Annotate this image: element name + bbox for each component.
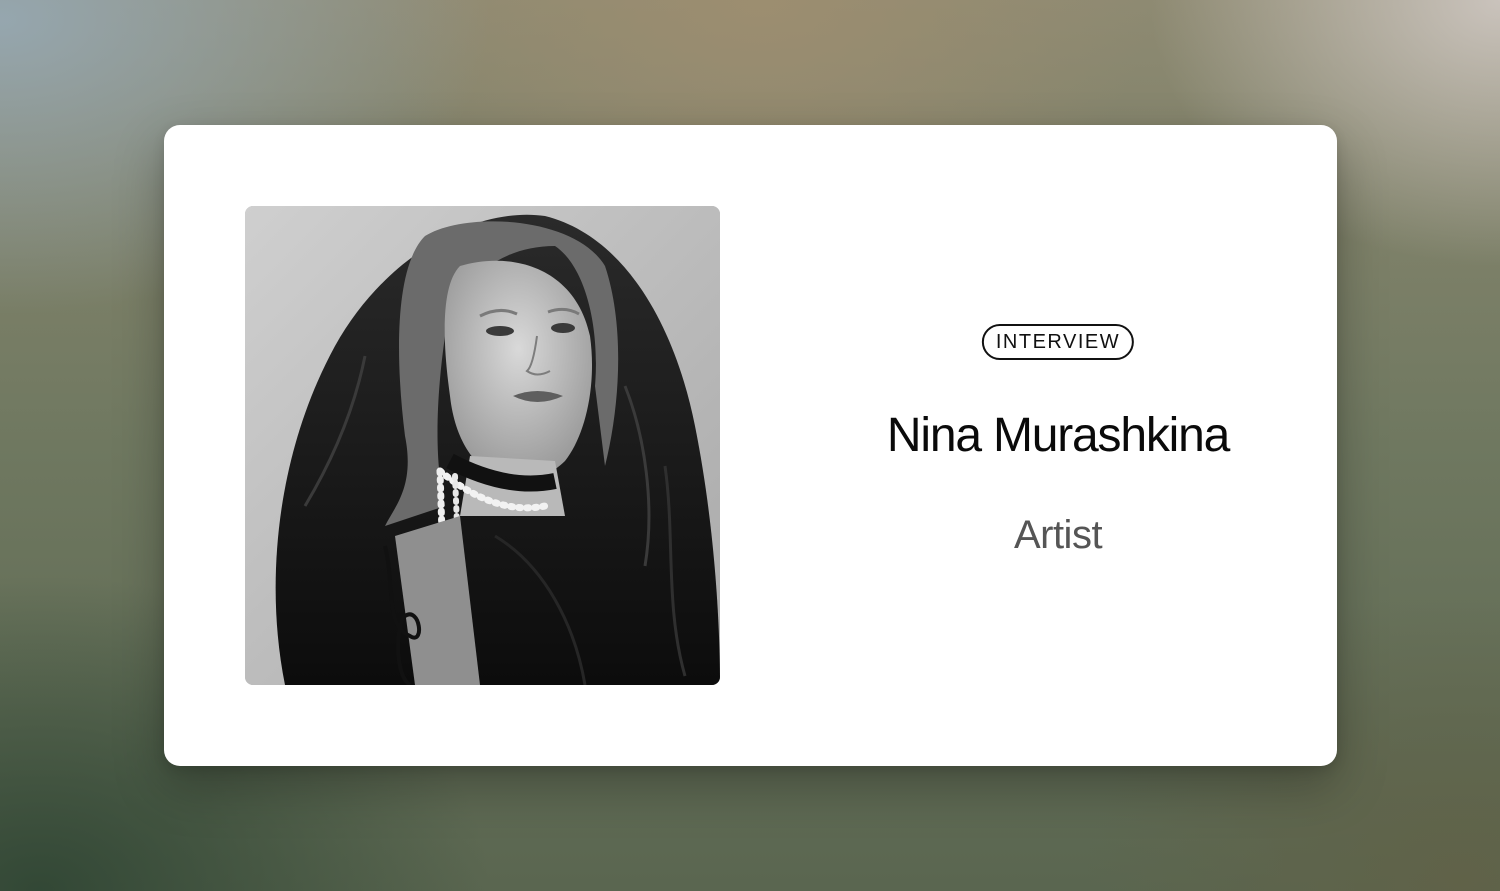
portrait-image [245,206,720,685]
interview-info: INTERVIEW Nina Murashkina Artist [800,125,1316,766]
interviewee-name: Nina Murashkina [886,409,1230,462]
interviewee-role: Artist [1013,513,1103,557]
interview-badge: INTERVIEW [981,324,1135,360]
interview-card[interactable]: INTERVIEW Nina Murashkina Artist [164,125,1337,766]
portrait-photo-graphic [245,206,720,685]
